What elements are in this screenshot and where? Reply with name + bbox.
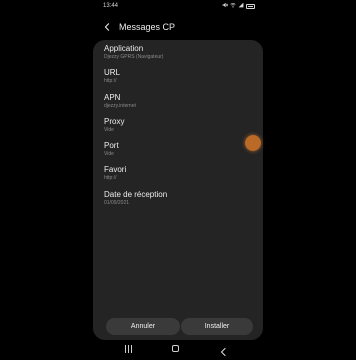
field-label: URL [104, 68, 121, 77]
field-value: Vide [104, 151, 114, 157]
field-label: Proxy [104, 117, 125, 126]
home-icon[interactable] [172, 345, 179, 352]
field-label: APN [104, 93, 121, 102]
field-value: Djezzy GPRS (Navigateur) [104, 54, 164, 60]
battery-icon [246, 3, 255, 9]
back-arrow-icon[interactable] [100, 20, 114, 34]
signal-icon [238, 2, 244, 10]
recents-icon[interactable] [125, 345, 132, 353]
field-label: Date de réception [104, 190, 168, 199]
field-label: Application [104, 44, 144, 53]
field-value: http:// [104, 78, 117, 84]
field-application: Application Djezzy GPRS (Navigateur) [104, 44, 254, 61]
field-port: Port Vide [104, 141, 254, 158]
screen-background: 13:44 Messages CP Application Djezzy GPR… [0, 0, 356, 360]
message-details-card: Application Djezzy GPRS (Navigateur) URL… [93, 40, 263, 340]
field-value: djezzy.internet [104, 103, 136, 109]
cancel-button[interactable]: Annuler [106, 318, 180, 335]
install-button[interactable]: Installer [181, 318, 253, 335]
field-favori: Favori http:// [104, 165, 254, 182]
field-proxy: Proxy Vide [104, 117, 254, 134]
field-apn: APN djezzy.internet [104, 93, 254, 110]
field-value: Vide [104, 127, 114, 133]
mute-icon [222, 2, 229, 10]
status-icons [222, 2, 255, 10]
field-label: Favori [104, 165, 127, 174]
status-time: 13:44 [103, 3, 119, 9]
field-value: http:// [104, 175, 117, 181]
back-icon[interactable] [219, 344, 229, 357]
field-label: Port [104, 141, 119, 150]
app-header: Messages CP [91, 16, 265, 38]
field-url: URL http:// [104, 68, 254, 85]
wifi-icon [230, 2, 236, 10]
navigation-bar [91, 340, 265, 360]
field-date-reception: Date de réception 01/09/2021 [104, 190, 254, 207]
status-bar: 13:44 [91, 0, 265, 12]
touch-indicator [245, 135, 261, 151]
page-title: Messages CP [119, 22, 176, 32]
phone-screen: 13:44 Messages CP Application Djezzy GPR… [91, 0, 265, 360]
field-value: 01/09/2021 [104, 200, 130, 206]
